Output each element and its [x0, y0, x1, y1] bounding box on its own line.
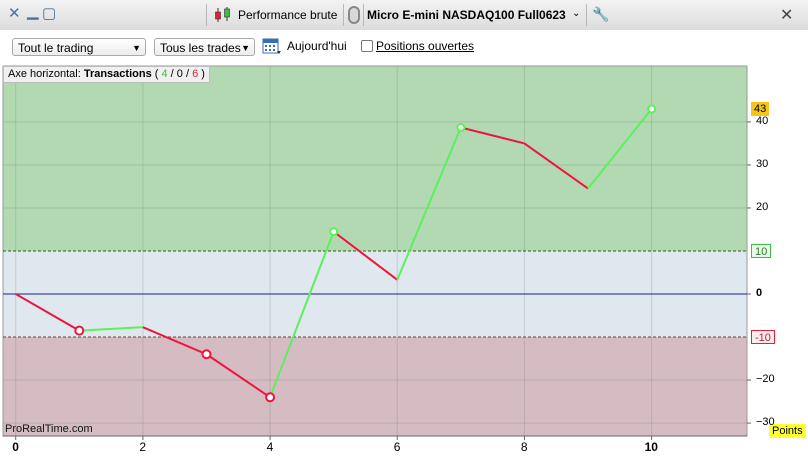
minimize-window-icon[interactable]: ▁ — [27, 4, 39, 20]
loss-marker — [201, 349, 212, 360]
report-type-label: Performance brute — [238, 8, 338, 22]
restore-window-icon[interactable]: ▢ — [42, 6, 56, 22]
loss-marker — [74, 325, 85, 336]
candlestick-icon — [215, 7, 230, 22]
today-button[interactable]: Aujourd'hui — [287, 39, 347, 53]
loss-marker — [265, 392, 276, 403]
close-window-icon[interactable]: ✕ — [8, 6, 21, 22]
slash: / — [167, 68, 177, 80]
open-positions-checkbox[interactable] — [361, 40, 373, 52]
chart-header: Axe horizontal: Transactions ( 4 / 0 / 6… — [3, 66, 210, 83]
title-separator — [206, 4, 207, 26]
upper-threshold-tag: 10 — [751, 244, 772, 258]
gain-marker — [647, 104, 657, 114]
axis-prefix: Axe horizontal: — [8, 68, 84, 80]
x-tick-label: 0 — [12, 440, 19, 454]
gain-marker — [329, 227, 339, 237]
y-tick-label: −30 — [756, 416, 775, 429]
link-icon[interactable] — [348, 6, 360, 24]
title-separator — [363, 4, 364, 26]
lower-threshold-tag: -10 — [751, 330, 775, 345]
gain-marker — [456, 123, 466, 133]
close-panel-icon[interactable]: ✕ — [780, 5, 793, 25]
loss-zone — [3, 337, 747, 436]
title-separator — [343, 4, 344, 26]
open-positions-label[interactable]: Positions ouvertes — [376, 39, 474, 53]
calendar-icon[interactable] — [262, 37, 282, 55]
title-separator — [586, 4, 587, 26]
trades-filter-select[interactable]: Tous les trades ▼ — [154, 38, 255, 56]
watermark: ProRealTime.com — [5, 423, 93, 435]
chevron-down-icon[interactable]: ⌄ — [572, 8, 580, 19]
profit-zone — [3, 66, 747, 251]
equity-chart — [2, 65, 751, 440]
last-value-tag: 43 — [751, 102, 770, 117]
y-tick-label: 20 — [756, 200, 769, 213]
paren: ) — [198, 68, 205, 80]
instrument-selector[interactable]: Micro E-mini NASDAQ100 Full0623 — [367, 8, 566, 22]
x-tick-label: 8 — [520, 440, 528, 454]
trading-mode-value: Tout le trading — [18, 41, 94, 55]
y-tick-label: 40 — [756, 114, 769, 127]
trades-filter-value: Tous les trades — [160, 41, 241, 55]
x-tick-label: 10 — [644, 440, 658, 454]
wrench-icon[interactable]: 🔧 — [592, 6, 609, 23]
chevron-down-icon: ▼ — [241, 43, 250, 53]
axis-name: Transactions — [83, 68, 152, 80]
y-tick-label: 0 — [756, 287, 763, 300]
trading-mode-select[interactable]: Tout le trading ▼ — [12, 38, 146, 56]
x-tick-label: 2 — [139, 440, 147, 454]
x-tick-label: 4 — [266, 440, 274, 454]
x-tick-label: 6 — [393, 440, 401, 454]
slash: / — [182, 68, 193, 80]
paren: ( — [151, 68, 162, 80]
y-tick-label: 30 — [756, 157, 769, 170]
chevron-down-icon: ▼ — [132, 43, 141, 53]
y-tick-label: −20 — [756, 373, 775, 386]
title-bar: ✕ ▁ ▢ Performance brute Micro E-mini NAS… — [0, 0, 808, 31]
